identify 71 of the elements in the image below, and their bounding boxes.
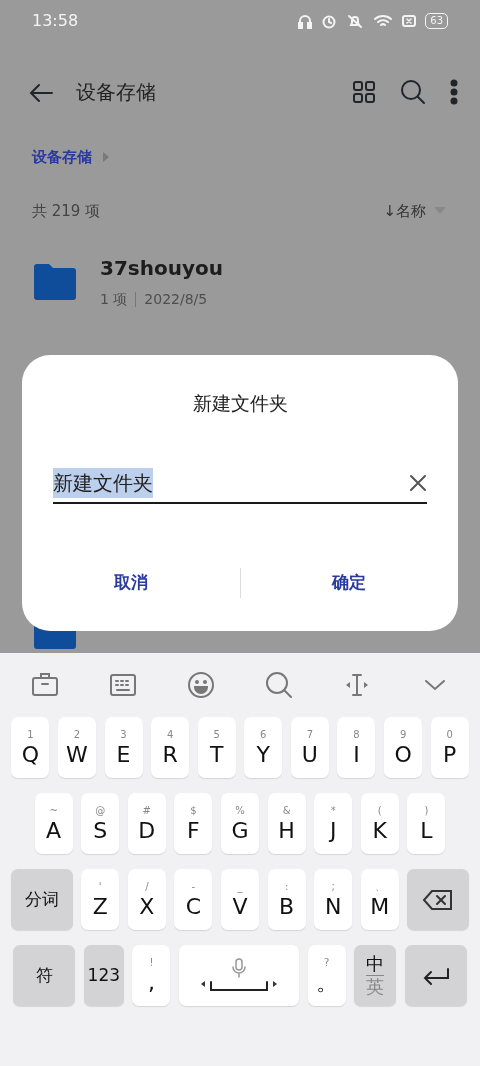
- keyboard-key[interactable]: ! ,: [132, 945, 171, 1006]
- emoji-button[interactable]: [187, 671, 215, 699]
- keyboard-key[interactable]: 1 Q: [11, 717, 50, 778]
- item-count: 共 219 项: [32, 201, 101, 222]
- sort-button[interactable]: ↓名称: [383, 200, 446, 223]
- headphones-icon: [297, 13, 314, 29]
- keyboard-key[interactable]: 8 I: [337, 717, 376, 778]
- sim-icon: [401, 13, 418, 29]
- keyboard-key[interactable]: % G: [221, 793, 259, 854]
- keyboard-key[interactable]: 5 T: [197, 717, 236, 778]
- keyboard-key[interactable]: 4 R: [151, 717, 190, 778]
- keyboard-key[interactable]: _ V: [221, 869, 259, 930]
- keyboard-key[interactable]: 123: [83, 945, 124, 1006]
- folder-icon: [32, 261, 78, 301]
- backspace-icon: [422, 888, 455, 911]
- keyboard-key[interactable]: - C: [174, 869, 213, 930]
- cancel-button[interactable]: 取消: [22, 568, 240, 597]
- keyboard-key[interactable]: 3 E: [104, 717, 143, 778]
- toolbox-button[interactable]: [31, 671, 59, 699]
- keyboard-button[interactable]: [109, 671, 137, 699]
- keyboard-key[interactable]: ( K: [360, 793, 399, 854]
- confirm-button[interactable]: 确定: [240, 568, 458, 597]
- keyboard-key[interactable]: 9 O: [384, 717, 423, 778]
- folder-item-count: 1 项: [100, 289, 128, 309]
- keyboard-key[interactable]: ; N: [314, 869, 353, 930]
- keyboard-key[interactable]: 0 P: [430, 717, 469, 778]
- search-button[interactable]: [265, 671, 293, 699]
- search-button[interactable]: [400, 79, 426, 105]
- alarm-icon: [321, 13, 338, 29]
- language-key[interactable]: 中 英: [354, 945, 397, 1006]
- microphone-icon: [232, 957, 246, 978]
- keyboard-key[interactable]: $ F: [174, 793, 213, 854]
- back-arrow-icon: [28, 81, 54, 104]
- keyboard-key[interactable]: ~ A: [34, 793, 73, 854]
- keyboard-key[interactable]: 6 Y: [244, 717, 283, 778]
- name-input-field[interactable]: 新建文件夹: [53, 467, 153, 498]
- battery-indicator: 63: [425, 13, 448, 29]
- enter-key[interactable]: [404, 945, 467, 1006]
- keyboard-key[interactable]: 、 M: [360, 869, 399, 930]
- keyboard-key[interactable]: ) L: [407, 793, 446, 854]
- emoji-icon: [187, 671, 215, 699]
- keyboard-key[interactable]: ? 。: [307, 945, 346, 1006]
- search-icon: [400, 79, 426, 105]
- status-time: 13:58: [32, 10, 79, 32]
- keyboard-key[interactable]: * J: [314, 793, 353, 854]
- chevron-right-icon: [102, 151, 110, 163]
- keyboard-key[interactable]: 符: [13, 945, 76, 1006]
- grid-icon: [352, 80, 376, 105]
- dialog-title: 新建文件夹: [191, 391, 289, 416]
- keyboard-key[interactable]: / X: [127, 869, 166, 930]
- keyboard-key[interactable]: # D: [127, 793, 166, 854]
- close-icon: [409, 474, 427, 492]
- more-button[interactable]: [450, 79, 458, 105]
- keyboard-key[interactable]: @ S: [81, 793, 120, 854]
- keyboard-key[interactable]: ' Z: [81, 869, 120, 930]
- keyboard-key[interactable]: 2 W: [57, 717, 96, 778]
- more-icon: [450, 79, 458, 105]
- space-key[interactable]: [179, 945, 299, 1006]
- keyboard-key[interactable]: : B: [267, 869, 306, 930]
- wifi-icon: [373, 13, 394, 29]
- page-title: 设备存储: [76, 79, 157, 106]
- keyboard-key[interactable]: & H: [267, 793, 306, 854]
- keyboard-key[interactable]: 分词: [10, 869, 73, 930]
- folder-date: 2022/8/5: [144, 289, 208, 309]
- keyboard-key[interactable]: 7 U: [290, 717, 329, 778]
- toolbox-icon: [31, 671, 59, 699]
- keyboard-icon: [109, 671, 137, 699]
- backspace-key[interactable]: [407, 869, 470, 930]
- folder-name: 37shouyou: [100, 254, 223, 282]
- search-icon: [265, 671, 293, 699]
- grid-view-button[interactable]: [352, 79, 376, 105]
